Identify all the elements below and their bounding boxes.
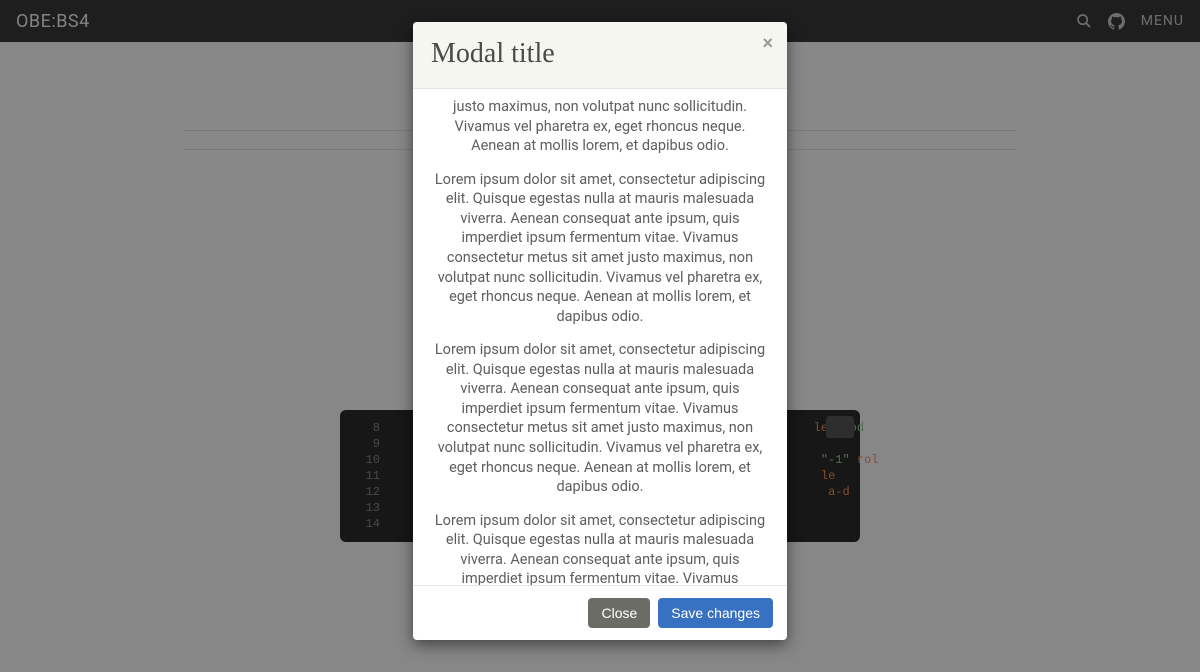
modal-title: Modal title xyxy=(431,38,769,70)
close-button[interactable]: Close xyxy=(588,598,650,628)
modal-header: Modal title × xyxy=(413,22,787,89)
save-changes-button[interactable]: Save changes xyxy=(658,598,773,628)
modal-paragraph: Lorem ipsum dolor sit amet, consectetur … xyxy=(431,340,769,497)
modal-paragraph: justo maximus, non volutpat nunc sollici… xyxy=(431,97,769,156)
modal-dialog: Modal title × justo maximus, non volutpa… xyxy=(413,22,787,640)
modal-body[interactable]: justo maximus, non volutpat nunc sollici… xyxy=(413,89,787,585)
modal-footer: Close Save changes xyxy=(413,585,787,640)
modal-paragraph: Lorem ipsum dolor sit amet, consectetur … xyxy=(431,170,769,327)
modal-paragraph: Lorem ipsum dolor sit amet, consectetur … xyxy=(431,511,769,585)
close-icon[interactable]: × xyxy=(762,34,773,52)
